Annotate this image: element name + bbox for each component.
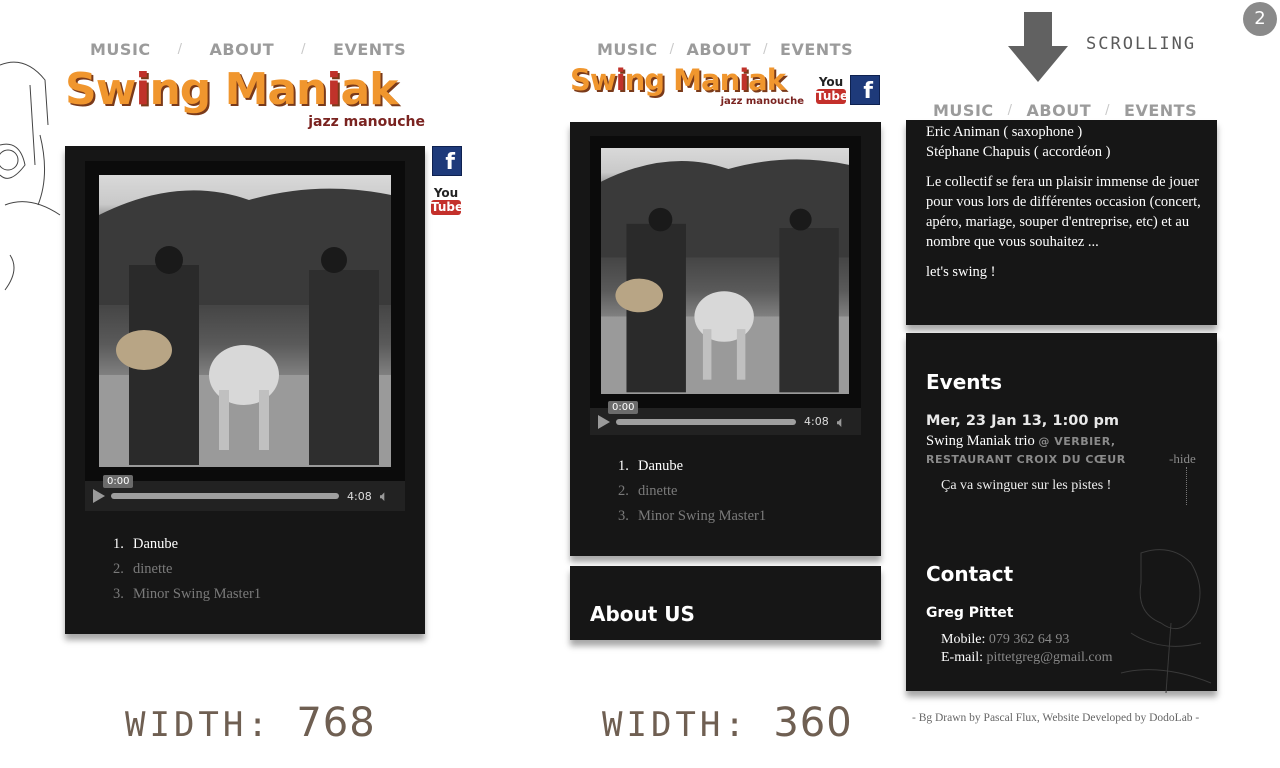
width-label-360: WIDTH: 360 xyxy=(602,700,853,746)
nav-about[interactable]: ABOUT xyxy=(1027,101,1092,120)
nav-separator: / xyxy=(669,42,675,57)
track-item[interactable]: 3. Minor Swing Master1 xyxy=(618,508,766,525)
member-line: Stéphane Chapuis ( accordéon ) xyxy=(926,144,1111,160)
nav-events[interactable]: EVENTS xyxy=(1124,101,1197,120)
nav-separator: / xyxy=(1007,103,1013,118)
logo-text: Swing Maniak xyxy=(65,64,398,115)
duration: 4:08 xyxy=(347,489,372,503)
nav-events[interactable]: EVENTS xyxy=(780,40,853,59)
background-sketch-left xyxy=(0,61,61,291)
event-date: Mer, 23 Jan 13, 1:00 pm xyxy=(926,413,1119,429)
about-paragraph: Le collectif se fera un plaisir immense … xyxy=(926,174,1201,250)
scrolling-label: SCROLLING xyxy=(1086,34,1197,54)
about-us-panel: About US xyxy=(570,566,881,640)
event-description: Ça va swinguer sur les pistes ! xyxy=(941,478,1112,493)
youtube-you-text: You xyxy=(433,186,459,200)
contact-email: E-mail: pittetgreg@gmail.com xyxy=(941,650,1113,665)
about-closing: let's swing ! xyxy=(926,264,996,280)
nav-separator: / xyxy=(763,42,769,57)
track-list: 1. Danube 2. dinette 3. Minor Swing Master1 xyxy=(113,536,261,611)
track-item[interactable]: 2. dinette xyxy=(618,483,766,500)
email-link[interactable]: pittetgreg@gmail.com xyxy=(987,650,1113,665)
logo-768[interactable]: Swing Maniak jazz manouche xyxy=(65,64,425,131)
top-nav-768: MUSIC / ABOUT / EVENTS xyxy=(90,40,406,59)
background-sketch-right xyxy=(1120,549,1212,693)
logo-360[interactable]: Swing Maniak jazz manouche xyxy=(570,63,804,108)
contact-title: Contact xyxy=(926,562,1014,586)
nav-events[interactable]: EVENTS xyxy=(333,40,406,59)
band-photo-frame xyxy=(85,161,405,481)
progress-bar[interactable]: 0:00 xyxy=(103,475,339,499)
nav-music[interactable]: MUSIC xyxy=(933,101,994,120)
track-item[interactable]: 1. Danube xyxy=(113,536,261,553)
current-time: 0:00 xyxy=(608,400,639,414)
music-panel-360: 0:00 4:08 🔈︎ 1. Danube 2. dinette 3. Minor … xyxy=(570,122,881,556)
track-item[interactable]: 1. Danube xyxy=(618,458,766,475)
youtube-tube-text: Tube xyxy=(431,200,464,215)
hide-link[interactable]: -hide xyxy=(1169,451,1196,467)
contact-mobile: Mobile: 079 362 64 93 xyxy=(941,632,1070,647)
band-photo-frame xyxy=(590,136,861,408)
events-contact-panel: Events Mer, 23 Jan 13, 1:00 pm Swing Man… xyxy=(906,333,1217,693)
about-text: Eric Animan ( saxophone ) Stéphane Chapu… xyxy=(926,122,1201,292)
facebook-icon[interactable]: f xyxy=(432,146,462,176)
logo-subtitle: jazz manouche xyxy=(720,96,804,107)
progress-bar[interactable]: 0:00 xyxy=(608,400,796,425)
divider xyxy=(1186,467,1187,505)
logo-subtitle: jazz manouche xyxy=(308,114,425,130)
mobile-number[interactable]: 079 362 64 93 xyxy=(989,632,1070,647)
youtube-you-text: You xyxy=(818,75,844,89)
nav-about[interactable]: ABOUT xyxy=(687,40,752,59)
event-location: RESTAURANT CROIX DU CŒUR xyxy=(926,453,1126,466)
nav-separator: / xyxy=(301,42,307,57)
band-photo xyxy=(99,175,391,467)
duration: 4:08 xyxy=(804,415,829,428)
volume-icon[interactable]: 🔈︎ xyxy=(837,413,846,431)
event-name: Swing Maniak trio xyxy=(926,433,1035,449)
about-us-title: About US xyxy=(590,602,695,626)
nav-separator: / xyxy=(177,42,183,57)
youtube-icon[interactable]: You Tube xyxy=(430,186,464,218)
event-info: Swing Maniak trio @ VERBIER, RESTAURANT … xyxy=(926,432,1146,468)
band-photo xyxy=(601,148,849,394)
track-item[interactable]: 2. dinette xyxy=(113,561,261,578)
page-badge: 2 xyxy=(1243,2,1277,36)
play-icon[interactable] xyxy=(598,414,610,429)
track-list: 1. Danube 2. dinette 3. Minor Swing Master1 xyxy=(618,458,766,533)
event-location: @ VERBIER, xyxy=(1038,435,1116,448)
youtube-icon[interactable]: You Tube xyxy=(815,75,849,107)
down-arrow-icon xyxy=(1008,12,1068,82)
footer-credits: - Bg Drawn by Pascal Flux, Website Devel… xyxy=(912,712,1200,724)
youtube-tube-text: Tube xyxy=(816,89,849,104)
music-panel-768: 0:00 4:08 🔈︎ 1. Danube 2. dinette 3. Minor … xyxy=(65,146,425,634)
about-panel: Eric Animan ( saxophone ) Stéphane Chapu… xyxy=(906,120,1217,325)
track-item[interactable]: 3. Minor Swing Master1 xyxy=(113,586,261,603)
audio-player[interactable]: 0:00 4:08 🔈︎ xyxy=(85,475,405,511)
current-time: 0:00 xyxy=(103,475,134,488)
logo-text: Swing Maniak xyxy=(570,63,786,97)
top-nav-360: MUSIC / ABOUT / EVENTS xyxy=(597,40,853,59)
nav-music[interactable]: MUSIC xyxy=(597,40,658,59)
nav-separator: / xyxy=(1105,103,1111,118)
width-label-768: WIDTH: 768 xyxy=(125,700,376,746)
contact-name: Greg Pittet xyxy=(926,605,1014,621)
audio-player[interactable]: 0:00 4:08 🔈︎ xyxy=(590,400,861,435)
volume-icon[interactable]: 🔈︎ xyxy=(380,487,389,505)
member-line: Eric Animan ( saxophone ) xyxy=(926,124,1083,140)
facebook-icon[interactable]: f xyxy=(850,75,880,105)
top-nav-scrolling: MUSIC / ABOUT / EVENTS xyxy=(933,101,1197,120)
events-title: Events xyxy=(926,370,1002,394)
nav-about[interactable]: ABOUT xyxy=(210,40,275,59)
nav-music[interactable]: MUSIC xyxy=(90,40,151,59)
play-icon[interactable] xyxy=(93,489,105,503)
